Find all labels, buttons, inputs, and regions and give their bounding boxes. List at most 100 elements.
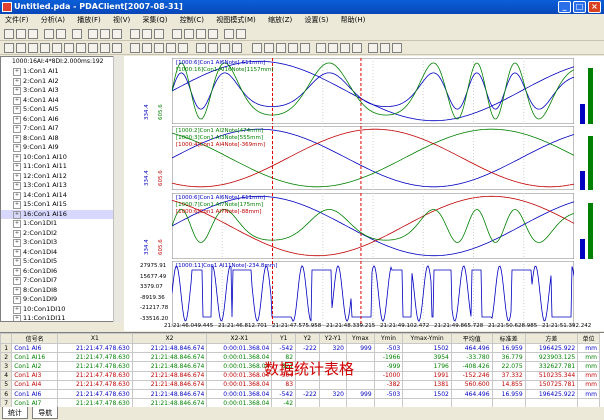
pan-up-icon[interactable] — [220, 43, 230, 53]
play-icon[interactable] — [142, 29, 152, 39]
tree-item[interactable]: 10:Con1 AI10 — [1, 153, 122, 163]
pan-right-icon[interactable] — [208, 43, 218, 53]
new-file-icon[interactable] — [4, 29, 14, 39]
menu-view[interactable]: 视(V) — [108, 14, 135, 27]
bar-chart-icon[interactable] — [16, 43, 26, 53]
column-header[interactable]: 信号名 — [11, 333, 58, 344]
split-icon[interactable] — [88, 43, 98, 53]
tree-item[interactable]: 7:Con1DI7 — [1, 276, 122, 286]
axis-x-icon[interactable] — [300, 43, 310, 53]
tab-statistics[interactable]: 统计 — [2, 407, 28, 419]
tree-item[interactable]: 2:Con1DI2 — [1, 229, 122, 239]
column-header[interactable]: 标准差 — [491, 333, 526, 344]
filter-icon[interactable] — [340, 43, 350, 53]
tree-item[interactable]: 12:Con1 AI12 — [1, 172, 122, 182]
column-header[interactable]: Ymax — [346, 333, 375, 344]
tree-item[interactable]: 4:Con1 AI4 — [1, 96, 122, 106]
target-icon[interactable] — [264, 43, 274, 53]
column-header[interactable]: Ymin — [373, 333, 404, 344]
tree-scrollbar[interactable] — [113, 56, 123, 322]
tree-item[interactable]: 8:Con1DI8 — [1, 286, 122, 296]
tree-item[interactable]: 5:Con1 AI5 — [1, 105, 122, 115]
column-header[interactable]: Y2 — [295, 333, 320, 344]
menu-analysis[interactable]: 分析(A) — [36, 14, 70, 27]
maximize-button[interactable]: □ — [573, 1, 586, 13]
pause-icon[interactable] — [112, 29, 122, 39]
tab-navigation[interactable]: 导航 — [32, 407, 59, 419]
measure-icon[interactable] — [252, 43, 262, 53]
axis-y-icon[interactable] — [288, 43, 298, 53]
skip-start-icon[interactable] — [172, 29, 182, 39]
pan-left-icon[interactable] — [196, 43, 206, 53]
skip-end-icon[interactable] — [208, 29, 218, 39]
paste-icon[interactable] — [56, 29, 66, 39]
step-back-icon[interactable] — [184, 29, 194, 39]
tree-item[interactable]: 9:Con1 AI9 — [1, 143, 122, 153]
loop-icon[interactable] — [224, 29, 234, 39]
config-icon[interactable] — [392, 43, 402, 53]
color-icon[interactable] — [380, 43, 390, 53]
tree-item[interactable]: 1:Con1DI1 — [1, 219, 122, 229]
menu-zoom[interactable]: 缩放(Z) — [263, 14, 297, 27]
column-header[interactable]: 平均值 — [450, 333, 493, 344]
column-header[interactable]: Y2-Y1 — [318, 333, 348, 344]
column-header[interactable]: Ymax-Ymin — [402, 333, 452, 344]
tree-item[interactable]: 5:Con1DI5 — [1, 257, 122, 267]
tree-item[interactable]: 6:Con1 AI6 — [1, 115, 122, 125]
tree-root[interactable]: 1000:16AI:4*8DI:2.000ms:192 — [1, 57, 122, 67]
menu-settings[interactable]: 设置(S) — [300, 14, 334, 27]
tree-item[interactable]: 15:Con1 AI15 — [1, 200, 122, 210]
camera-icon[interactable] — [368, 43, 378, 53]
save-icon[interactable] — [28, 29, 38, 39]
tree-item[interactable]: 3:Con1 AI3 — [1, 86, 122, 96]
minimize-button[interactable]: _ — [558, 1, 571, 13]
calc-icon[interactable] — [328, 43, 338, 53]
tree-item[interactable]: 13:Con1 AI13 — [1, 181, 122, 191]
table-row[interactable]: 7 Con1 AI7 21:21:47.478.630 21:21:48.846.67… — [0, 398, 600, 407]
menu-file[interactable]: 文件(F) — [0, 14, 34, 27]
channel-icon[interactable] — [112, 43, 122, 53]
table-row[interactable]: 6 Con1 AI6 21:21:47.478.630 21:21:48.846.67… — [0, 388, 600, 400]
tree-item[interactable]: 7:Con1 AI7 — [1, 124, 122, 134]
layout-icon[interactable] — [4, 43, 14, 53]
pan-down-icon[interactable] — [232, 43, 242, 53]
fft-icon[interactable] — [316, 43, 326, 53]
cursor-icon[interactable] — [100, 43, 110, 53]
wave-icon[interactable] — [352, 43, 362, 53]
tree-item[interactable]: 3:Con1DI3 — [1, 238, 122, 248]
cascade-icon[interactable] — [52, 43, 62, 53]
fast-forward-icon[interactable] — [154, 29, 164, 39]
print-icon[interactable] — [72, 29, 82, 39]
plot-panel-1[interactable]: 334.4 605.6 [1000:6]Con1 AI6Note[-611mm] [1… — [124, 58, 604, 124]
tree-item[interactable]: 4:Con1DI4 — [1, 248, 122, 258]
menu-help[interactable]: 帮助(H) — [336, 14, 371, 27]
plot-canvas[interactable] — [172, 261, 574, 326]
step-forward-icon[interactable] — [196, 29, 206, 39]
tree-item[interactable]: 16:Con1 AI16 — [1, 209, 122, 219]
tree-item[interactable]: 8:Con1 AI8 — [1, 134, 122, 144]
menu-play[interactable]: 播放(F) — [72, 14, 106, 27]
tree-item[interactable]: 11:Con1DI11 — [1, 314, 122, 321]
menu-control[interactable]: 控制(C) — [175, 14, 209, 27]
tree-item[interactable]: 10:Con1DI10 — [1, 305, 122, 315]
record-icon[interactable] — [88, 29, 98, 39]
zoom-y-icon[interactable] — [178, 43, 188, 53]
zoom-out-icon[interactable] — [142, 43, 152, 53]
rewind-icon[interactable] — [130, 29, 140, 39]
tree-item[interactable]: 11:Con1 AI11 — [1, 162, 122, 172]
tree-item[interactable]: 2:Con1 AI2 — [1, 77, 122, 87]
column-header[interactable] — [0, 333, 13, 344]
menu-acquire[interactable]: 采集(Q) — [137, 14, 172, 27]
tile-icon[interactable] — [40, 43, 50, 53]
table-row[interactable]: 1 Con1 AI6 21:21:47.478.630 21:21:48.846.67… — [0, 342, 600, 354]
tree-item[interactable]: 9:Con1DI9 — [1, 295, 122, 305]
copy-icon[interactable] — [44, 29, 54, 39]
stop-icon[interactable] — [100, 29, 110, 39]
zoom-x-icon[interactable] — [166, 43, 176, 53]
column-header[interactable]: X1 — [56, 333, 133, 344]
tree-item[interactable]: 14:Con1 AI14 — [1, 191, 122, 201]
zoom-fit-icon[interactable] — [154, 43, 164, 53]
table-icon[interactable] — [76, 43, 86, 53]
column-header[interactable]: Y1 — [271, 333, 297, 344]
tree-item[interactable]: 1:Con1 AI1 — [1, 67, 122, 77]
